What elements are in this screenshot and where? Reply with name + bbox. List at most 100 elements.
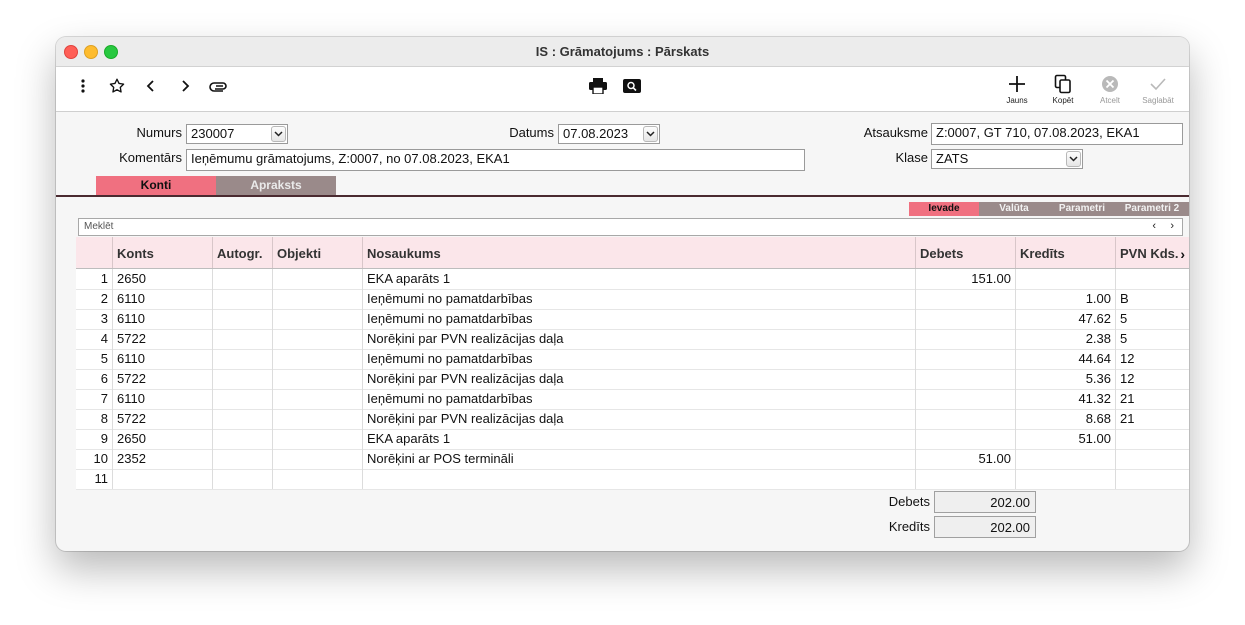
cell-konts[interactable]: 6110	[113, 289, 213, 309]
cell-debets[interactable]: 51.00	[916, 449, 1016, 469]
cell-kredits[interactable]: 44.64	[1016, 349, 1116, 369]
cell-autogr[interactable]	[213, 429, 273, 449]
search-input[interactable]: Meklēt ‹ ›	[78, 218, 1183, 236]
cell-objekti[interactable]	[273, 349, 363, 369]
cell-objekti[interactable]	[273, 409, 363, 429]
cell-kredits[interactable]: 41.32	[1016, 389, 1116, 409]
new-button[interactable]: Jauns	[992, 73, 1042, 105]
chevron-down-icon[interactable]	[643, 126, 658, 142]
cell-pvn[interactable]: 5	[1116, 329, 1189, 349]
cell-objekti[interactable]	[273, 369, 363, 389]
cell-debets[interactable]	[916, 289, 1016, 309]
search-next-button[interactable]: ›	[1170, 220, 1174, 232]
subtab-ievade[interactable]: Ievade	[909, 202, 979, 216]
preview-icon[interactable]	[621, 75, 643, 97]
header-konts[interactable]: Konts	[113, 237, 213, 268]
table-row[interactable]: 36110Ieņēmumi no pamatdarbības47.625	[76, 309, 1189, 330]
cell-debets[interactable]: 151.00	[916, 269, 1016, 289]
table-row[interactable]: 85722 Norēķini par PVN realizācijas daļa 8…	[76, 409, 1189, 430]
cell-objekti[interactable]	[273, 389, 363, 409]
print-icon[interactable]	[587, 75, 609, 97]
chevron-down-icon[interactable]	[1066, 151, 1081, 167]
cell-autogr[interactable]	[213, 409, 273, 429]
table-row[interactable]: 92650EKA aparāts 151.00	[76, 429, 1189, 450]
cell-kredits[interactable]: 51.00	[1016, 429, 1116, 449]
komentars-field[interactable]: Ieņēmumu grāmatojums, Z:0007, no 07.08.2…	[186, 149, 805, 171]
table-row[interactable]: 76110Ieņēmumi no pamatdarbības41.3221	[76, 389, 1189, 410]
cell-konts[interactable]: 2650	[113, 429, 213, 449]
cell-kredits[interactable]: 1.00	[1016, 289, 1116, 309]
cell-pvn[interactable]: 21	[1116, 409, 1189, 429]
header-debets[interactable]: Debets	[916, 237, 1016, 268]
cell-nosaukums[interactable]: EKA aparāts 1	[363, 269, 916, 289]
cell-kredits[interactable]	[1016, 269, 1116, 289]
cell-objekti[interactable]	[273, 429, 363, 449]
cell-kredits[interactable]: 5.36	[1016, 369, 1116, 389]
cell-nosaukums[interactable]	[363, 469, 916, 489]
row-number[interactable]: 2	[76, 289, 113, 309]
cell-nosaukums[interactable]: Ieņēmumi no pamatdarbības	[363, 389, 916, 409]
cell-objekti[interactable]	[273, 289, 363, 309]
cell-pvn[interactable]: 12	[1116, 369, 1189, 389]
chevron-right-icon[interactable]	[174, 75, 196, 97]
cell-autogr[interactable]	[213, 329, 273, 349]
cancel-button[interactable]: Atcelt	[1085, 73, 1135, 105]
table-row[interactable]: 56110Ieņēmumi no pamatdarbības44.6412	[76, 349, 1189, 370]
paperclip-icon[interactable]	[208, 75, 230, 97]
cell-autogr[interactable]	[213, 269, 273, 289]
cell-debets[interactable]	[916, 369, 1016, 389]
datums-combobox[interactable]: 07.08.2023	[558, 124, 660, 144]
header-objekti[interactable]: Objekti	[273, 237, 363, 268]
cell-autogr[interactable]	[213, 289, 273, 309]
cell-pvn[interactable]: 12	[1116, 349, 1189, 369]
cell-konts[interactable]: 6110	[113, 349, 213, 369]
atsauksme-field[interactable]: Z:0007, GT 710, 07.08.2023, EKA1	[931, 123, 1183, 145]
cell-pvn[interactable]: 5	[1116, 309, 1189, 329]
cell-debets[interactable]	[916, 409, 1016, 429]
cell-nosaukums[interactable]: Ieņēmumi no pamatdarbības	[363, 289, 916, 309]
klase-combobox[interactable]: ZATS	[931, 149, 1083, 169]
cell-nosaukums[interactable]: Norēķini par PVN realizācijas daļa	[363, 369, 916, 389]
cell-nosaukums[interactable]: Ieņēmumi no pamatdarbības	[363, 309, 916, 329]
table-row[interactable]: 26110Ieņēmumi no pamatdarbības1.00B	[76, 289, 1189, 310]
cell-konts[interactable]: 2352	[113, 449, 213, 469]
row-number[interactable]: 8	[76, 409, 113, 429]
cell-kredits[interactable]: 47.62	[1016, 309, 1116, 329]
cell-objekti[interactable]	[273, 469, 363, 489]
cell-debets[interactable]	[916, 309, 1016, 329]
cell-nosaukums[interactable]: Ieņēmumi no pamatdarbības	[363, 349, 916, 369]
row-number[interactable]: 1	[76, 269, 113, 289]
cell-konts[interactable]: 5722	[113, 409, 213, 429]
cell-debets[interactable]	[916, 389, 1016, 409]
cell-konts[interactable]: 6110	[113, 309, 213, 329]
header-autogr[interactable]: Autogr.	[213, 237, 273, 268]
cell-pvn[interactable]	[1116, 429, 1189, 449]
row-number[interactable]: 9	[76, 429, 113, 449]
subtab-parametri-2[interactable]: Parametri 2	[1115, 202, 1189, 216]
header-pvn[interactable]: PVN Kds.	[1116, 237, 1189, 268]
cell-kredits[interactable]: 8.68	[1016, 409, 1116, 429]
subtab-valuta[interactable]: Valūta	[979, 202, 1049, 216]
table-row[interactable]: 45722Norēķini par PVN realizācijas daļa2…	[76, 329, 1189, 350]
chevron-left-icon[interactable]	[140, 75, 162, 97]
cell-konts[interactable]: 5722	[113, 369, 213, 389]
numurs-combobox[interactable]: 230007	[186, 124, 288, 144]
table-row[interactable]: 65722 Norēķini par PVN realizācijas daļa 5…	[76, 369, 1189, 390]
cell-nosaukums[interactable]: Norēķini par PVN realizācijas daļa	[363, 409, 916, 429]
cell-konts[interactable]: 6110	[113, 389, 213, 409]
cell-objekti[interactable]	[273, 449, 363, 469]
cell-nosaukums[interactable]: Norēķini ar POS termināli	[363, 449, 916, 469]
row-number[interactable]: 6	[76, 369, 113, 389]
grid-scroll-right-button[interactable]: ›	[1180, 246, 1185, 262]
cell-kredits[interactable]: 2.38	[1016, 329, 1116, 349]
cell-autogr[interactable]	[213, 469, 273, 489]
table-row[interactable]: 12650EKA aparāts 1151.00	[76, 269, 1189, 290]
header-nosaukums[interactable]: Nosaukums	[363, 237, 916, 268]
more-vertical-icon[interactable]	[72, 75, 94, 97]
cell-autogr[interactable]	[213, 449, 273, 469]
cell-konts[interactable]	[113, 469, 213, 489]
cell-autogr[interactable]	[213, 349, 273, 369]
row-number[interactable]: 7	[76, 389, 113, 409]
cell-nosaukums[interactable]: Norēķini par PVN realizācijas daļa	[363, 329, 916, 349]
search-prev-button[interactable]: ‹	[1152, 220, 1156, 232]
